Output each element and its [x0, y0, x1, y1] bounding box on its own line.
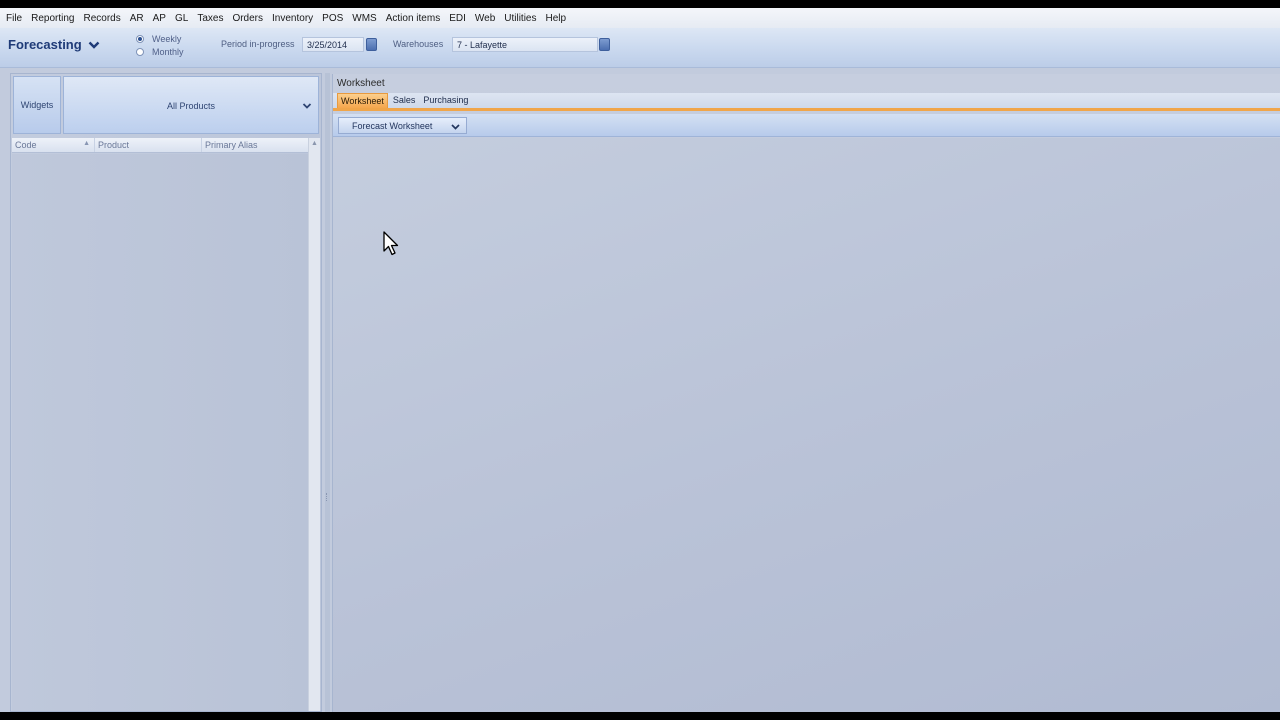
- mouse-cursor-icon: [383, 231, 399, 256]
- products-filter-label: All Products: [166, 101, 216, 111]
- product-grid-scrollbar[interactable]: ▲: [308, 138, 320, 711]
- forecast-view-dropdown[interactable]: Forecast Worksheet: [338, 117, 467, 134]
- menu-ar[interactable]: AR: [127, 13, 150, 24]
- menu-reporting[interactable]: Reporting: [28, 13, 80, 24]
- warehouses-label: Warehouses: [393, 39, 444, 49]
- menu-pos[interactable]: POS: [319, 13, 349, 24]
- warehouse-picker-button[interactable]: [599, 38, 610, 51]
- menu-wms[interactable]: WMS: [349, 13, 382, 24]
- period-in-progress-label: Period in-progress: [221, 39, 295, 49]
- menu-taxes[interactable]: Taxes: [194, 13, 229, 24]
- menu-web[interactable]: Web: [472, 13, 501, 24]
- scroll-up-icon[interactable]: ▲: [311, 140, 318, 147]
- menu-records[interactable]: Records: [80, 13, 126, 24]
- monthly-label: Monthly: [152, 46, 184, 57]
- menu-gl[interactable]: GL: [172, 13, 194, 24]
- menu-inventory[interactable]: Inventory: [269, 13, 319, 24]
- widgets-button[interactable]: Widgets: [13, 76, 61, 134]
- tab-purchasing[interactable]: Purchasing: [420, 93, 471, 108]
- panel-splitter[interactable]: [325, 73, 330, 712]
- splitter-grip[interactable]: [326, 493, 329, 501]
- period-weekly-option[interactable]: Weekly: [136, 32, 184, 45]
- period-in-progress-field[interactable]: 3/25/2014: [302, 37, 364, 52]
- column-header-product[interactable]: Product: [95, 138, 202, 152]
- menu-bar: File Reporting Records AR AP GL Taxes Or…: [0, 8, 1280, 28]
- worksheet-subtoolbar: Forecast Worksheet: [333, 114, 1280, 137]
- menu-file[interactable]: File: [3, 13, 28, 24]
- menu-action-items[interactable]: Action items: [383, 13, 446, 24]
- product-grid-header: Code ▲ Product Primary Alias: [12, 138, 308, 153]
- worksheet-tabs: Worksheet Sales Purchasing: [333, 93, 1280, 111]
- products-filter-dropdown[interactable]: All Products: [63, 76, 319, 134]
- menu-utilities[interactable]: Utilities: [501, 13, 542, 24]
- forecast-view-label: Forecast Worksheet: [352, 121, 433, 131]
- tab-worksheet[interactable]: Worksheet: [337, 93, 388, 108]
- product-list-panel: Widgets All Products Code ▲ Product Prim…: [10, 73, 322, 712]
- weekly-radio[interactable]: [136, 34, 144, 43]
- menu-edi[interactable]: EDI: [446, 13, 472, 24]
- sort-ascending-icon: ▲: [83, 140, 90, 147]
- product-grid-body[interactable]: [12, 154, 308, 711]
- column-product-label: Product: [98, 140, 130, 150]
- date-picker-button[interactable]: [366, 38, 377, 51]
- weekly-label: Weekly: [152, 33, 182, 44]
- chevron-down-icon: [451, 124, 460, 130]
- menu-help[interactable]: Help: [543, 13, 573, 24]
- app-window: File Reporting Records AR AP GL Taxes Or…: [0, 8, 1280, 712]
- module-title: Forecasting: [8, 37, 82, 52]
- period-type-radio-group: Weekly Monthly: [136, 32, 184, 58]
- column-header-code[interactable]: Code ▲: [12, 138, 95, 152]
- worksheet-panel: Worksheet Worksheet Sales Purchasing For…: [332, 74, 1280, 712]
- worksheet-content-area[interactable]: [333, 138, 1280, 712]
- column-primary-alias-label: Primary Alias: [205, 140, 258, 150]
- worksheet-panel-title: Worksheet: [337, 78, 385, 89]
- chevron-down-icon: [302, 103, 312, 109]
- module-selector[interactable]: Forecasting: [8, 37, 100, 52]
- module-toolbar: Forecasting Weekly Monthly Period in-pro…: [0, 28, 1280, 68]
- menu-orders[interactable]: Orders: [229, 13, 269, 24]
- column-header-primary-alias[interactable]: Primary Alias: [202, 138, 308, 152]
- column-code-label: Code: [15, 140, 37, 150]
- period-monthly-option[interactable]: Monthly: [136, 45, 184, 58]
- tab-sales[interactable]: Sales: [390, 93, 419, 108]
- warehouses-field[interactable]: 7 - Lafayette: [452, 37, 598, 52]
- monthly-radio[interactable]: [136, 47, 144, 56]
- chevron-down-icon: [88, 41, 100, 49]
- menu-ap[interactable]: AP: [150, 13, 172, 24]
